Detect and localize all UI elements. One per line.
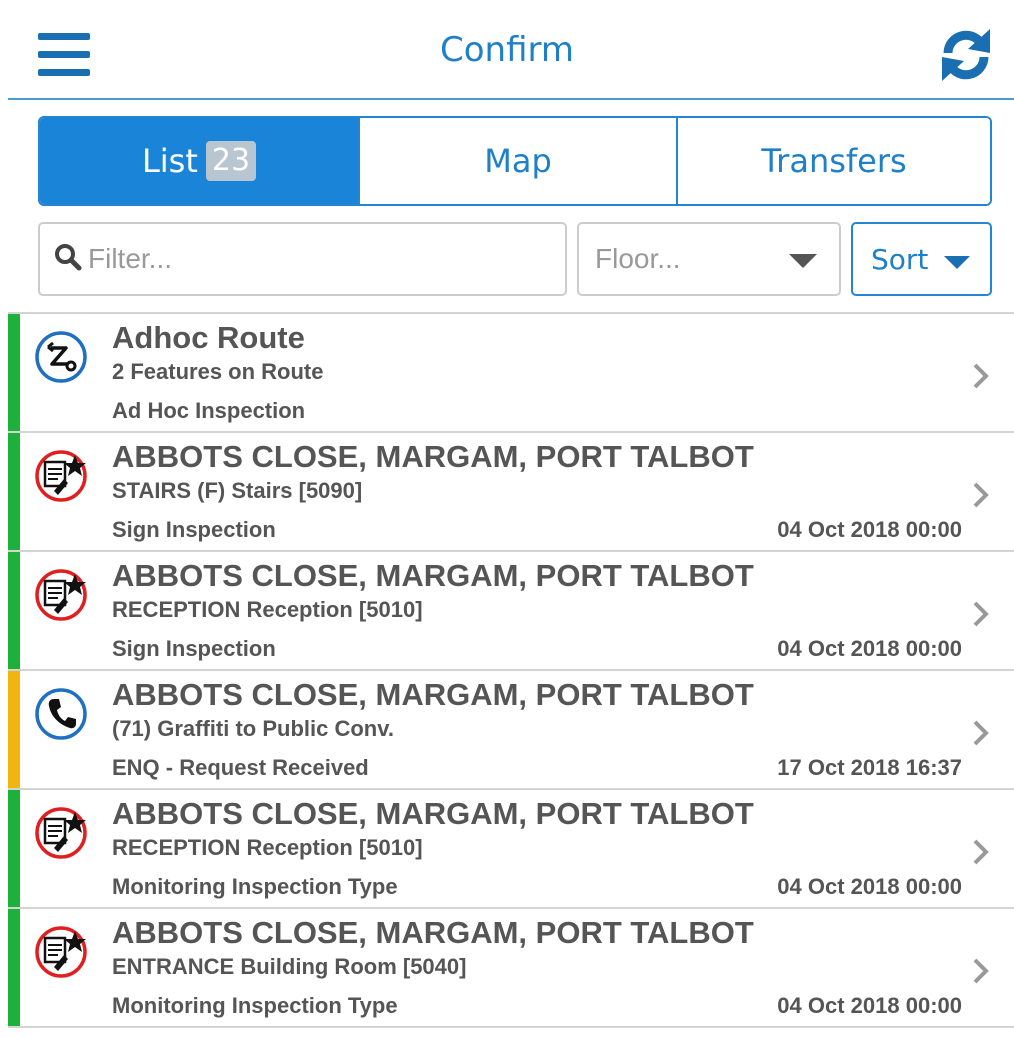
list-item[interactable]: ABBOTS CLOSE, MARGAM, PORT TALBOT STAIRS… (8, 433, 1014, 552)
tab-transfers-label: Transfers (761, 142, 907, 180)
phone-enquiry-icon (34, 687, 88, 741)
adhoc-route-icon (34, 330, 88, 384)
inspection-icon (34, 568, 88, 622)
item-subtitle: (71) Graffiti to Public Conv. (112, 716, 394, 741)
search-icon (54, 243, 82, 276)
filter-field[interactable] (38, 222, 567, 296)
item-title: ABBOTS CLOSE, MARGAM, PORT TALBOT (112, 677, 754, 712)
status-bar (8, 909, 20, 1026)
item-type: ENQ - Request Received (112, 755, 369, 780)
tab-transfers[interactable]: Transfers (678, 118, 990, 204)
item-subtitle: STAIRS (F) Stairs [5090] (112, 478, 363, 503)
inspection-icon (34, 806, 88, 860)
header-divider (8, 98, 1014, 100)
tab-list-label: List (141, 142, 198, 180)
item-type: Ad Hoc Inspection (112, 398, 306, 423)
list-item-adhoc-route[interactable]: Adhoc Route 2 Features on Route Ad Hoc I… (8, 314, 1014, 433)
item-subtitle: RECEPTION Reception [5010] (112, 597, 423, 622)
item-type: Sign Inspection (112, 636, 276, 661)
view-tabs: List 23 Map Transfers (38, 116, 992, 206)
list-item[interactable]: ABBOTS CLOSE, MARGAM, PORT TALBOT ENTRAN… (8, 909, 1014, 1028)
item-subtitle: 2 Features on Route (112, 359, 324, 384)
chevron-right-icon (970, 719, 992, 747)
item-date: 17 Oct 2018 16:37 (777, 755, 962, 780)
floor-placeholder: Floor... (595, 243, 681, 274)
item-date: 04 Oct 2018 00:00 (777, 636, 962, 661)
inspection-icon (34, 925, 88, 979)
item-title: Adhoc Route (112, 320, 305, 355)
status-bar (8, 314, 20, 431)
item-type: Sign Inspection (112, 517, 276, 542)
item-type: Monitoring Inspection Type (112, 993, 398, 1018)
item-date: 04 Oct 2018 00:00 (777, 517, 962, 542)
sort-button[interactable]: Sort (851, 222, 992, 296)
item-title: ABBOTS CLOSE, MARGAM, PORT TALBOT (112, 796, 754, 831)
refresh-icon[interactable] (938, 27, 994, 83)
job-list: Adhoc Route 2 Features on Route Ad Hoc I… (8, 312, 1014, 1028)
list-item[interactable]: ABBOTS CLOSE, MARGAM, PORT TALBOT (71) G… (8, 671, 1014, 790)
chevron-right-icon (970, 957, 992, 985)
tab-map-label: Map (484, 142, 552, 180)
item-subtitle: RECEPTION Reception [5010] (112, 835, 423, 860)
sort-label: Sort (871, 242, 929, 276)
item-title: ABBOTS CLOSE, MARGAM, PORT TALBOT (112, 558, 754, 593)
caret-down-icon (944, 256, 970, 269)
item-title: ABBOTS CLOSE, MARGAM, PORT TALBOT (112, 439, 754, 474)
filter-input[interactable] (88, 243, 528, 275)
app-header: Confirm (0, 0, 1014, 100)
item-type: Monitoring Inspection Type (112, 874, 398, 899)
list-item[interactable]: ABBOTS CLOSE, MARGAM, PORT TALBOT RECEPT… (8, 790, 1014, 909)
list-count-badge: 23 (205, 141, 257, 181)
status-bar (8, 671, 20, 788)
status-bar (8, 552, 20, 669)
item-subtitle: ENTRANCE Building Room [5040] (112, 954, 467, 979)
item-date: 04 Oct 2018 00:00 (777, 993, 962, 1018)
item-title: ABBOTS CLOSE, MARGAM, PORT TALBOT (112, 915, 754, 950)
inspection-icon (34, 449, 88, 503)
tab-list[interactable]: List 23 (40, 118, 360, 204)
floor-select[interactable]: Floor... (577, 222, 841, 296)
page-title: Confirm (439, 30, 574, 70)
tab-map[interactable]: Map (360, 118, 678, 204)
chevron-right-icon (970, 481, 992, 509)
list-item[interactable]: ABBOTS CLOSE, MARGAM, PORT TALBOT RECEPT… (8, 552, 1014, 671)
chevron-right-icon (970, 362, 992, 390)
status-bar (8, 433, 20, 550)
status-bar (8, 790, 20, 907)
chevron-right-icon (970, 838, 992, 866)
caret-down-icon (789, 254, 817, 268)
chevron-right-icon (970, 600, 992, 628)
item-date: 04 Oct 2018 00:00 (777, 874, 962, 899)
